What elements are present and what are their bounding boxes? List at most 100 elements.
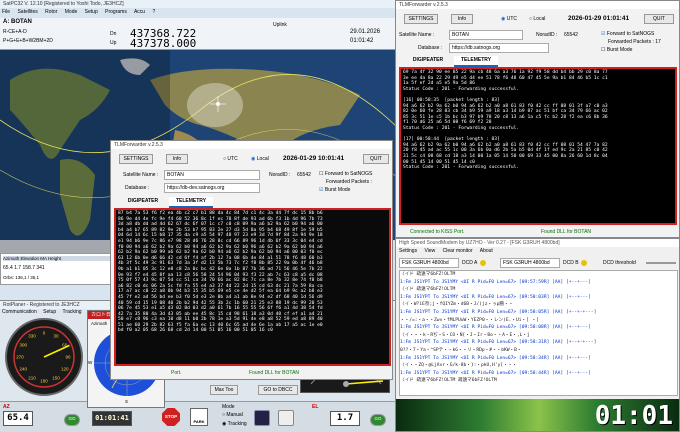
tlm-back-utc-radio[interactable]: ◉ UTC [501,16,517,22]
max-too-button[interactable]: Max Too [210,385,238,395]
tlm-front-sat-label: Satellite Name : [123,172,159,178]
tlm-front-sat-select[interactable]: BOTAN [164,170,260,180]
tlm-front-fwd-checkbox[interactable]: ☐ Forward to SatNOGS [319,171,372,177]
menu-satellites[interactable]: Satellites [17,9,37,15]
waterfall-time: 01:01 [594,401,673,431]
tlm-back-fwd-label: Forward to SatNOGS [606,31,655,37]
menu-setup[interactable]: Setup [85,9,98,15]
dial-tick-label: 180 [40,379,48,384]
menu-file[interactable]: File [2,9,10,15]
dcd-b-indicator [581,260,587,266]
sm-menu-clear[interactable]: Clear monitor [443,248,473,254]
freq-up-label: Up [110,40,117,46]
go-dbcc-button[interactable]: GO to DBCC [258,385,298,395]
dial-tick-label: 240 [19,367,27,372]
orbit-label: Orbs: 136,1 / 35,1 [3,275,40,280]
tlm-back-tab-telemetry[interactable]: TELEMETRY [454,56,498,67]
tlm-back-terminal: 69 7a 4f 32 90 ee 85 22 9a cb 48 6a a3 7… [399,67,677,225]
tlm-front-norad-label: NoradID : [269,172,291,178]
tlm-front-local-radio[interactable]: ◉ Local [251,156,269,162]
sm-menu-view[interactable]: View [424,248,435,254]
tlm-front-titlebar: TLMForwarder v.2.5.3 [111,141,392,149]
tlm-front-db-select[interactable]: https://db-dev.satnogs.org [164,183,260,193]
az-go-button[interactable]: GO [64,414,80,426]
menu-rotor[interactable]: Rotor [45,9,57,15]
tlm-back-db-value: https://db.satnogs.org [452,45,501,51]
satellite-name: A: BOTAN [3,19,32,25]
time-display: 01:01:42 [350,38,374,44]
terminal-line: Status Code : 201 - Forwarding successfu… [403,165,520,171]
mode-a-select[interactable]: FSK G3RUH 4800bd [399,258,459,268]
el-label: EL [312,404,319,410]
rotor-menu-setup[interactable]: Setup [43,309,56,315]
grid-icon[interactable] [278,410,294,426]
globe-icon[interactable] [254,410,270,426]
tlm-back-local-radio[interactable]: ○ Local [529,16,545,22]
dial-tick-label: 300 [19,343,27,348]
stop-button[interactable]: STOP [162,408,180,426]
satpc-info-panel: A: BOTAN R-CE+A-D P+G+E+B+W2BM+2D Dn Up … [0,18,400,50]
freq-dn-label: Dn [110,31,117,37]
tlm-back-sat-select[interactable]: BOTAN [449,30,523,40]
mode-a-value: FSK G3RUH 4800bd [402,260,449,266]
rotor-menu-communication[interactable]: Communication [2,309,37,315]
sm-menu-about[interactable]: About [480,248,493,254]
tlm-front-db-value: https://db-dev.satnogs.org [167,185,225,191]
tlm-back-quit-button[interactable]: QUIT [644,14,674,24]
tlm-front-tab-digipeater[interactable]: DIGIPEATER [123,197,163,206]
tlm-front-quit-button[interactable]: QUIT [363,154,389,164]
tlm-front-burst-label: Burst Mode [324,187,351,193]
tlm-back-clock: 2026-01-29 01:01:41 [568,15,630,22]
mode-b-select[interactable]: FSK G3RUH 4800bd [500,258,560,268]
tlm-back-window: TLMForwarder v.2.5.3 SETTINGS Info ◉ UTC… [395,0,680,238]
monitor-line: 〈イ・・・k・Rぢ・S・CO・N[・J・Ir・Bo・・A・E・,L・j [400,332,530,338]
dial-tick-label: 330 [28,334,36,339]
tlm-front-burst-checkbox[interactable]: ☑ Burst Mode [319,187,350,193]
tlm-front-status-left: Port. [171,370,182,376]
tlm-back-burst-checkbox[interactable]: ☐ Burst Mode [601,47,632,53]
tlm-front-utc-radio[interactable]: ○ UTC [223,156,238,162]
rotor-control-strip: AZ 65.4 GO UTC 01:01:41 STOP PARK Mode ○… [0,401,395,432]
dial-tick-label: 30 [53,334,59,339]
tlm-front-terminal: 87 b4 7a 53 f6 f2 ea 4b c2 c7 b1 88 da 4… [114,208,391,366]
tlm-front-norad-value: 65542 [297,172,311,178]
tlm-front-clock: 2026-01-29 10:01:41 [283,155,345,162]
tlm-front-fwd-label: Forward to SatNOGS [324,171,373,177]
tlm-back-info-button[interactable]: Info [451,14,473,24]
tlm-back-fwd-checkbox[interactable]: ☑ Forward to SatNOGS [601,31,654,37]
menu-mode[interactable]: Mode [65,9,78,15]
monitor-line: 1:Fm JS1YPT To JS1YMY <UI R Pid=F0 Len=6… [400,325,591,331]
tlm-back-db-select[interactable]: https://db.satnogs.org [449,43,549,53]
azel-table-header: Azimuth Elevation MA Height [3,256,111,261]
utc-value: 01:01:41 [92,411,132,426]
tlm-back-settings-button[interactable]: SETTINGS [404,14,438,24]
dial-tick-label: 150 [52,375,60,380]
monitor-line: ・・/=:・a・・Zwv・fMLPUuW・YEZP0・・レン(E.・Ui・[ ・… [400,317,539,323]
satpc-title: SatPC32 V. 12.10 [Registered to Yoshi To… [3,1,124,7]
tlm-front-info-button[interactable]: Info [166,154,188,164]
el-go-button[interactable]: GO [370,414,386,426]
sm-menu-settings[interactable]: Settings [399,248,417,254]
tlm-front-tab-telemetry[interactable]: TELEMETRY [169,197,213,208]
rotor-menubar: Communication Setup Tracking [2,309,82,315]
monitor-line: 〈イ・W?iE奈;j・fQIYZm・d6B・J/(jz・ぅp臙・・ [400,302,514,308]
menu-programs[interactable]: Programs [105,9,127,15]
mode-label: Mode [222,404,235,410]
mode-tracking[interactable]: ◉ Tracking [222,421,247,427]
soundmodem-titlebar: High Speed SoundModem by UZ7HO - Ver 0.2… [396,239,679,247]
menu-accu[interactable]: Accu [134,9,145,15]
park-button[interactable]: PARK [190,408,208,426]
tlm-back-tab-digipeater[interactable]: DIGIPEATER [408,56,448,65]
menu-help[interactable]: ? [152,9,155,15]
rotor-title: RotPlaner - Registered to JE3HCZ [3,302,80,308]
tlm-back-norad-label: NoradID : [536,32,558,38]
mode-manual[interactable]: ○ Manual [222,412,243,418]
rotor-menu-tracking[interactable]: Tracking [63,309,82,315]
manual-label: Manual [226,412,243,418]
monitor-line: 〈イ・・ZQ・@LjAvr・G/k-8b・}:・pkU,H'y[・・・ [400,363,517,369]
dcd-threshold-slider[interactable] [646,262,676,264]
tlm-back-local-label: Local [533,16,546,22]
tlm-front-settings-button[interactable]: SETTINGS [119,154,153,164]
monitor-line: 1:Fm JS1YPT To JS1YMY <UI R Pid=F0 Len=6… [400,340,597,346]
dcd-threshold-label: DCD threshold [603,260,636,266]
